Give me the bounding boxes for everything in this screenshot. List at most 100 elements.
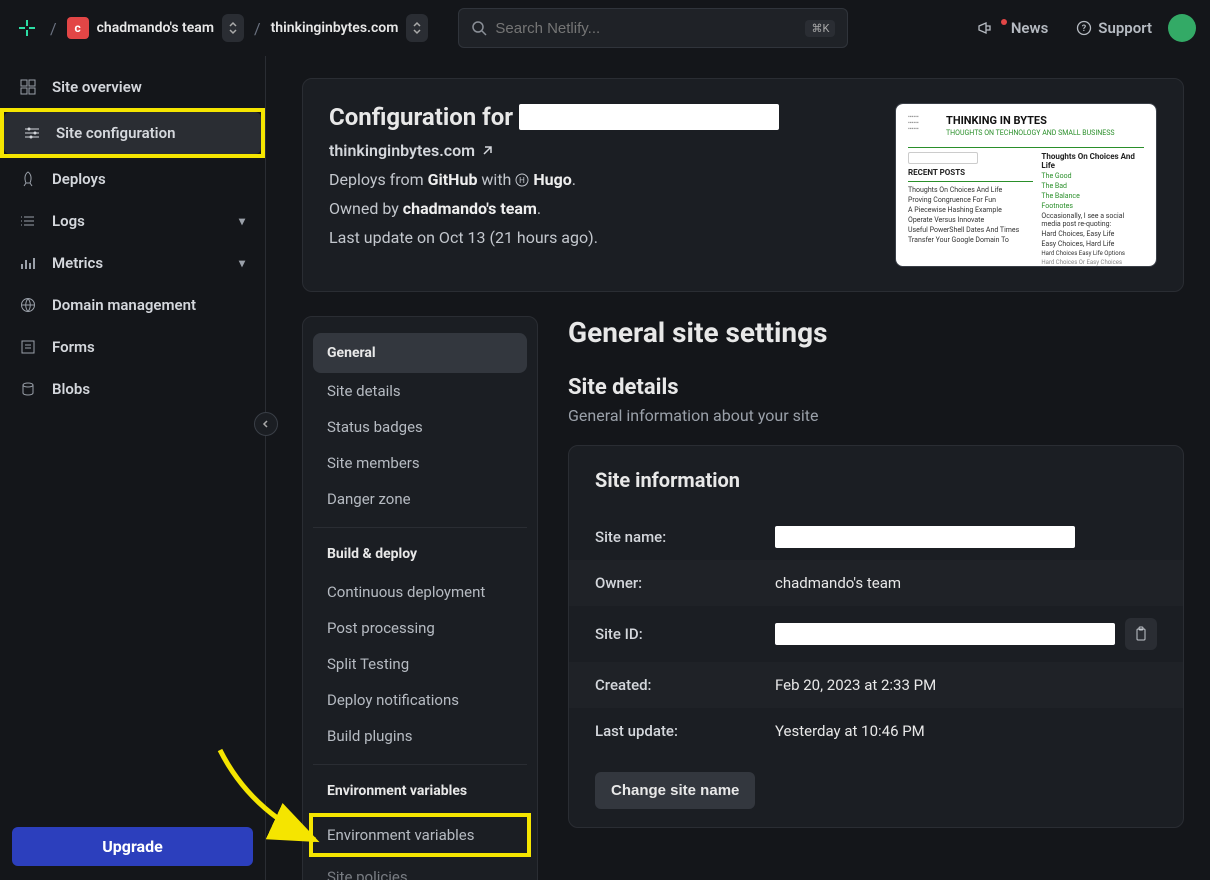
preview-bullet: The Good (1041, 172, 1144, 180)
main-content: Configuration for thinkinginbytes.com De… (266, 56, 1210, 880)
sliders-icon (24, 125, 42, 141)
sidebar-item-label: Logs (52, 212, 85, 230)
site-switcher[interactable] (406, 14, 428, 42)
subnav-build-plugins[interactable]: Build plugins (313, 718, 527, 754)
subnav-deploy-notifications[interactable]: Deploy notifications (313, 682, 527, 718)
subnav-cd[interactable]: Continuous deployment (313, 574, 527, 610)
row-site-name: Site name: (569, 514, 1183, 560)
sidebar-item-label: Site overview (52, 78, 142, 96)
clipboard-icon (1133, 626, 1149, 642)
team-switcher[interactable] (222, 14, 244, 42)
preview-recent-head: RECENT POSTS (908, 168, 1033, 177)
svg-text:?: ? (1082, 24, 1087, 34)
sidebar-item-deploys[interactable]: Deploys (0, 158, 265, 200)
chevron-down-icon: ▾ (239, 256, 245, 270)
subnav-post-processing[interactable]: Post processing (313, 610, 527, 646)
sidebar-item-label: Blobs (52, 380, 90, 398)
change-site-name-button[interactable]: Change site name (595, 772, 755, 809)
preview-subtitle: THOUGHTS ON TECHNOLOGY AND SMALL BUSINES… (946, 129, 1144, 137)
row-key: Last update: (595, 722, 775, 740)
site-preview[interactable]: ▪▪▪▪▪▪▪▪▪▪▪▪▪▪▪▪▪▪ THINKING IN BYTES THO… (895, 103, 1157, 267)
owned-by: Owned by chadmando's team. (329, 199, 779, 218)
primary-sidebar: Site overview Site configuration Deploys… (0, 56, 266, 880)
preview-recent-item: Useful PowerShell Dates And Times (908, 226, 1033, 234)
row-last-update: Last update: Yesterday at 10:46 PM (569, 708, 1183, 754)
row-key: Site name: (595, 528, 775, 546)
user-avatar[interactable] (1168, 14, 1196, 42)
subnav-general[interactable]: General (313, 333, 527, 373)
site-info-panel: Site information Site name: Owner: chadm… (568, 445, 1184, 828)
breadcrumb-slash: / (254, 19, 261, 38)
preview-body: Easy Choices, Hard Life (1041, 240, 1144, 248)
row-key: Site ID: (595, 625, 775, 643)
breadcrumb-team[interactable]: c chadmando's team (67, 14, 244, 42)
settings-content: General site settings Site details Gener… (568, 316, 1184, 828)
subnav-site-members[interactable]: Site members (313, 445, 527, 481)
sidebar-item-logs[interactable]: Logs ▾ (0, 200, 265, 242)
preview-recent-item: Operate Versus Innovate (908, 216, 1033, 224)
panel-title: Site information (569, 446, 1183, 514)
subnav-danger-zone[interactable]: Danger zone (313, 481, 527, 517)
sidebar-item-configuration[interactable]: Site configuration (4, 112, 261, 154)
preview-article-head: Thoughts On Choices And Life (1041, 152, 1144, 170)
settings-subnav: General Site details Status badges Site … (302, 316, 538, 880)
bars-icon (20, 255, 38, 271)
subnav-build-deploy[interactable]: Build & deploy (313, 534, 527, 574)
subnav-status-badges[interactable]: Status badges (313, 409, 527, 445)
row-key: Owner: (595, 574, 775, 592)
sidebar-item-label: Site configuration (56, 124, 175, 142)
row-owner: Owner: chadmando's team (569, 560, 1183, 606)
last-update: Last update on Oct 13 (21 hours ago). (329, 228, 779, 247)
form-icon (20, 339, 38, 355)
breadcrumb-slash: / (50, 19, 57, 38)
support-link[interactable]: ? Support (1076, 19, 1152, 37)
sidebar-collapse-button[interactable] (254, 412, 278, 436)
search-input[interactable] (495, 20, 797, 37)
subnav-split-testing[interactable]: Split Testing (313, 646, 527, 682)
site-domain-link[interactable]: thinkinginbytes.com (329, 141, 779, 160)
preview-bullet: Footnotes (1041, 202, 1144, 210)
sidebar-item-domain[interactable]: Domain management (0, 284, 265, 326)
preview-body: Hard Choices Or Easy Choices (1041, 259, 1144, 266)
preview-body: Hard Choices Easy Life Options (1041, 250, 1144, 257)
external-link-icon (481, 145, 493, 157)
subnav-site-policies[interactable]: Site policies (313, 859, 527, 880)
subnav-env-vars-head[interactable]: Environment variables (313, 771, 527, 811)
upgrade-button[interactable]: Upgrade (12, 827, 253, 866)
header-card: Configuration for thinkinginbytes.com De… (302, 78, 1184, 292)
grid-icon (20, 79, 38, 95)
preview-title: THINKING IN BYTES (946, 114, 1144, 127)
breadcrumb-site[interactable]: thinkinginbytes.com (271, 14, 429, 42)
top-nav: / c chadmando's team / thinkinginbytes.c… (0, 0, 1210, 56)
sidebar-item-blobs[interactable]: Blobs (0, 368, 265, 410)
news-link[interactable]: News (977, 19, 1048, 37)
subnav-site-details[interactable]: Site details (313, 373, 527, 409)
annotation-highlight: Environment variables (309, 813, 531, 857)
row-created: Created: Feb 20, 2023 at 2:33 PM (569, 662, 1183, 708)
sidebar-item-overview[interactable]: Site overview (0, 66, 265, 108)
site-name: thinkinginbytes.com (271, 20, 399, 36)
hugo-icon: H (515, 173, 529, 187)
domain-label: thinkinginbytes.com (329, 141, 475, 160)
megaphone-icon (977, 20, 993, 36)
preview-bullet: The Bad (1041, 182, 1144, 190)
preview-recent-item: Transfer Your Google Domain To (908, 236, 1033, 244)
row-value: Yesterday at 10:46 PM (775, 722, 1157, 740)
search-bar[interactable]: ⌘K (458, 8, 848, 48)
rocket-icon (20, 171, 38, 187)
preview-recent-item: Thoughts On Choices And Life (908, 186, 1033, 194)
copy-button[interactable] (1125, 618, 1157, 650)
section-title: Site details (568, 375, 1184, 400)
subnav-env-vars[interactable]: Environment variables (313, 817, 527, 853)
sidebar-item-metrics[interactable]: Metrics ▾ (0, 242, 265, 284)
sidebar-item-label: Deploys (52, 170, 106, 188)
section-description: General information about your site (568, 406, 1184, 425)
chevron-down-icon: ▾ (239, 214, 245, 228)
team-avatar: c (67, 17, 89, 39)
list-icon (20, 213, 38, 229)
row-value: chadmando's team (775, 574, 1157, 592)
sidebar-item-label: Domain management (52, 296, 196, 314)
netlify-logo[interactable] (14, 15, 40, 41)
sidebar-item-forms[interactable]: Forms (0, 326, 265, 368)
database-icon (20, 381, 38, 397)
